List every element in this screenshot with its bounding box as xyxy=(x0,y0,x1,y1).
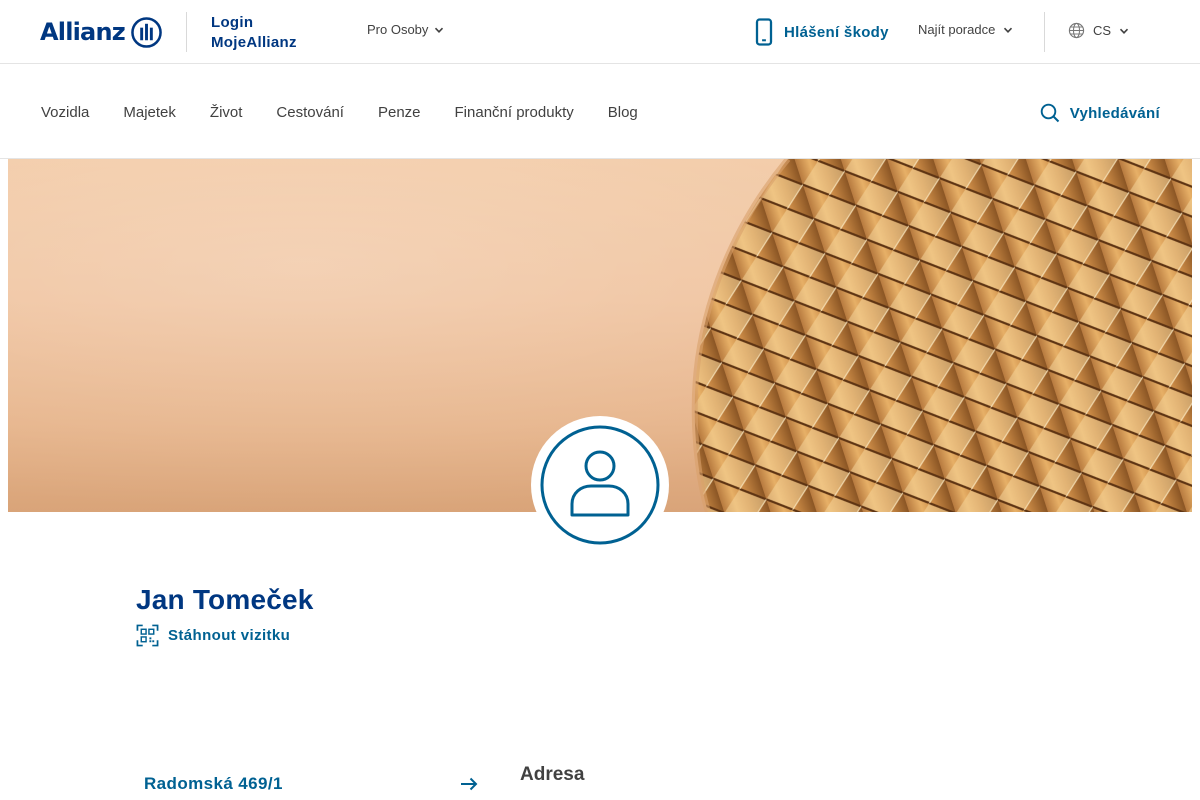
allianz-logo[interactable]: Allianz xyxy=(40,15,162,49)
nav-item-majetek[interactable]: Majetek xyxy=(123,104,176,121)
avatar xyxy=(531,416,669,554)
user-icon xyxy=(540,425,660,545)
main-navigation: Vozidla Majetek Život Cestování Penze Fi… xyxy=(0,64,1200,159)
language-label: CS xyxy=(1093,23,1112,38)
qr-code-icon xyxy=(136,624,159,647)
language-selector[interactable]: CS xyxy=(1068,22,1129,39)
nav-item-penze[interactable]: Penze xyxy=(378,104,421,121)
address-link[interactable]: Radomská 469/1 xyxy=(144,774,478,794)
mobile-phone-icon xyxy=(755,18,773,46)
nav-item-vozidla[interactable]: Vozidla xyxy=(41,104,89,121)
top-bar: Allianz Login MojeAllianz Pro Osoby Hláš… xyxy=(0,0,1200,64)
nav-item-financni-produkty[interactable]: Finanční produkty xyxy=(455,104,574,121)
chevron-down-icon xyxy=(1004,27,1013,33)
find-advisor-label: Najít poradce xyxy=(918,22,996,37)
search-button[interactable]: Vyhledávání xyxy=(1040,103,1160,123)
segment-label: Pro Osoby xyxy=(367,22,429,37)
moje-allianz-label: MojeAllianz xyxy=(211,34,297,51)
divider xyxy=(1044,12,1045,52)
nav-item-cestovani[interactable]: Cestování xyxy=(276,104,344,121)
login-label: Login xyxy=(211,14,254,31)
search-label: Vyhledávání xyxy=(1069,104,1160,122)
nav-list: Vozidla Majetek Život Cestování Penze Fi… xyxy=(41,104,672,121)
report-claim-link[interactable]: Hlášení škody xyxy=(754,18,889,46)
logo-text: Allianz xyxy=(40,18,126,46)
chevron-down-icon xyxy=(1119,28,1129,34)
nav-item-blog[interactable]: Blog xyxy=(608,104,638,121)
report-claim-label: Hlášení škody xyxy=(784,23,889,41)
address-link-text: Radomská 469/1 xyxy=(144,774,283,793)
search-icon xyxy=(1040,103,1059,123)
globe-icon xyxy=(1068,22,1085,39)
advisor-name: Jan Tomeček xyxy=(136,584,314,615)
segment-dropdown[interactable]: Pro Osoby xyxy=(367,22,444,37)
nav-item-zivot[interactable]: Život xyxy=(210,104,243,121)
chevron-down-icon xyxy=(435,27,444,33)
download-vcard-link[interactable]: Stáhnout vizitku xyxy=(136,624,290,647)
address-heading: Adresa xyxy=(520,764,585,785)
download-vcard-label: Stáhnout vizitku xyxy=(168,627,291,644)
arrow-right-icon xyxy=(461,777,478,791)
login-moje-allianz-link[interactable]: Login MojeAllianz xyxy=(211,13,297,53)
allianz-eagle-icon xyxy=(131,16,162,48)
find-advisor-dropdown[interactable]: Najít poradce xyxy=(918,22,1013,37)
divider xyxy=(186,12,187,52)
